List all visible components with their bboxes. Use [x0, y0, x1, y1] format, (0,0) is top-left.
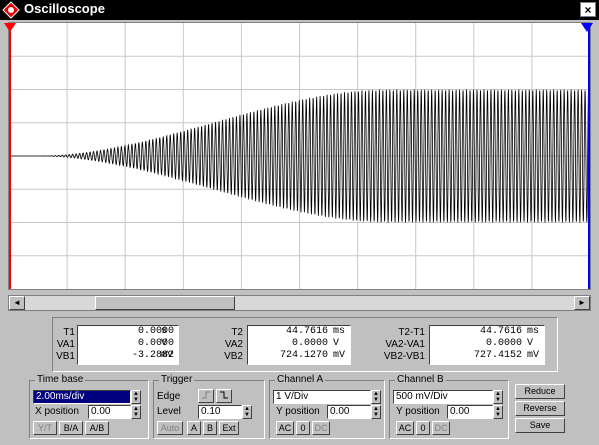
- falling-edge-button[interactable]: [216, 389, 232, 403]
- t2-value: 44.7616: [285, 326, 328, 337]
- trigger-title: Trigger: [159, 374, 195, 385]
- channel-a-y-position-field[interactable]: 0.00: [327, 405, 371, 419]
- channel-b-ac-button[interactable]: AC: [396, 421, 414, 435]
- yt-mode-button[interactable]: Y/T: [33, 421, 57, 435]
- diff-va-unit: V: [527, 338, 534, 349]
- time-base-scale-spinner[interactable]: ▲ ▼: [131, 390, 141, 404]
- oscilloscope-app-icon[interactable]: [2, 1, 20, 19]
- va1-unit: V: [161, 338, 168, 349]
- channel-a-zero-button[interactable]: 0: [296, 421, 310, 435]
- vb2-label: VB2: [224, 351, 243, 362]
- va2-value: 0.0000: [291, 338, 328, 349]
- trigger-level-spinner[interactable]: ▲ ▼: [242, 405, 252, 419]
- x-position-spinner[interactable]: ▲ ▼: [131, 405, 141, 419]
- x-position-label: X position: [35, 406, 79, 417]
- trigger-auto-button[interactable]: Auto: [157, 421, 183, 435]
- cursor-2-handle[interactable]: [581, 23, 593, 33]
- va2-label: VA2: [224, 339, 243, 350]
- trigger-ext-button[interactable]: Ext: [219, 421, 239, 435]
- level-label: Level: [157, 406, 181, 417]
- scroll-thumb[interactable]: [95, 296, 235, 310]
- trigger-b-button[interactable]: B: [203, 421, 217, 435]
- channel-b-y-position-label: Y position: [396, 406, 440, 417]
- ba-mode-button[interactable]: B/A: [59, 421, 83, 435]
- channel-b-group: Channel B 500 mV/Div ▲ ▼ Y position 0.00 …: [389, 374, 509, 439]
- trigger-group: Trigger Edge Level 0.10 ▲ ▼ Auto A B Ext: [153, 374, 265, 439]
- vb1-label: VB1: [56, 351, 75, 362]
- va1-label: VA1: [56, 339, 75, 350]
- channel-a-title: Channel A: [275, 374, 326, 385]
- x-position-field[interactable]: 0.00: [88, 405, 131, 419]
- scope-screen[interactable]: [4, 22, 593, 290]
- vb1-value: -3.2882: [131, 350, 174, 361]
- diff-vb-label: VB2-VB1: [383, 351, 425, 362]
- channel-a-scale-field[interactable]: 1 V/Div: [273, 390, 371, 404]
- time-base-group: Time base 2.00ms/div ▲ ▼ X position 0.00 …: [29, 374, 149, 439]
- channel-b-zero-button[interactable]: 0: [416, 421, 430, 435]
- va2-unit: V: [333, 338, 340, 349]
- scroll-right-arrow[interactable]: ►: [574, 296, 590, 310]
- cursor-1-handle[interactable]: [4, 23, 16, 33]
- vb1-unit: mV: [161, 350, 174, 361]
- channel-b-title: Channel B: [395, 374, 446, 385]
- channel-a-dc-button[interactable]: DC: [312, 421, 330, 435]
- diff-vb-value: 727.4152: [473, 350, 522, 361]
- reduce-button[interactable]: Reduce: [515, 384, 565, 399]
- diff-va-value: 0.0000: [485, 338, 522, 349]
- close-button[interactable]: ×: [580, 2, 596, 17]
- edge-label: Edge: [157, 391, 181, 402]
- channel-b-scale-spinner[interactable]: ▲ ▼: [493, 390, 503, 404]
- trigger-a-button[interactable]: A: [187, 421, 201, 435]
- t1-label: T1: [63, 327, 75, 338]
- reverse-button[interactable]: Reverse: [515, 401, 565, 416]
- channel-a-group: Channel A 1 V/Div ▲ ▼ Y position 0.00 ▲ ▼ …: [269, 374, 385, 439]
- title-bar: Oscilloscope ×: [0, 0, 599, 20]
- horizontal-scrollbar[interactable]: ◄ ►: [8, 295, 591, 311]
- t1-unit: s: [161, 326, 168, 337]
- time-base-scale-field[interactable]: 2.00ms/div: [33, 390, 131, 404]
- time-base-title: Time base: [35, 374, 86, 385]
- save-button[interactable]: Save: [515, 418, 565, 433]
- t2-label: T2: [231, 327, 243, 338]
- scope-display: [9, 23, 590, 289]
- channel-a-ac-button[interactable]: AC: [276, 421, 294, 435]
- readout-panel: T1 VA1 VB1 0.0000 0.0000 -3.2882 s V mV …: [52, 317, 558, 372]
- diff-t-value: 44.7616: [479, 326, 522, 337]
- diff-units: ms V mV: [527, 326, 545, 364]
- diff-t-label: T2-T1: [398, 327, 425, 338]
- t1-labels: T1 VA1 VB1: [55, 327, 75, 363]
- channel-b-dc-button[interactable]: DC: [432, 421, 450, 435]
- t1-value: 0.0000: [137, 326, 174, 337]
- t2-labels: T2 VA2 VB2: [213, 327, 243, 363]
- t2-units: ms V mV: [333, 326, 351, 364]
- diff-labels: T2-T1 VA2-VA1 VB2-VB1: [375, 327, 425, 363]
- t2-unit: ms: [333, 326, 346, 337]
- channel-a-y-position-spinner[interactable]: ▲ ▼: [371, 405, 381, 419]
- channel-a-y-position-label: Y position: [276, 406, 320, 417]
- vb2-unit: mV: [333, 350, 346, 361]
- ab-mode-button[interactable]: A/B: [85, 421, 109, 435]
- window-title: Oscilloscope: [24, 1, 105, 16]
- rising-edge-icon: [202, 391, 210, 399]
- va1-value: 0.0000: [137, 338, 174, 349]
- trigger-level-field[interactable]: 0.10: [198, 405, 242, 419]
- vb2-value: 724.1270: [279, 350, 328, 361]
- rising-edge-button[interactable]: [198, 389, 214, 403]
- channel-b-y-position-spinner[interactable]: ▲ ▼: [493, 405, 503, 419]
- diff-vb-unit: mV: [527, 350, 540, 361]
- t1-units: s V mV: [161, 326, 179, 364]
- diff-t-unit: ms: [527, 326, 540, 337]
- scroll-left-arrow[interactable]: ◄: [9, 296, 25, 310]
- falling-edge-icon: [220, 391, 228, 399]
- channel-a-scale-spinner[interactable]: ▲ ▼: [371, 390, 381, 404]
- channel-b-scale-field[interactable]: 500 mV/Div: [393, 390, 493, 404]
- diff-va-label: VA2-VA1: [385, 339, 425, 350]
- channel-b-y-position-field[interactable]: 0.00: [447, 405, 493, 419]
